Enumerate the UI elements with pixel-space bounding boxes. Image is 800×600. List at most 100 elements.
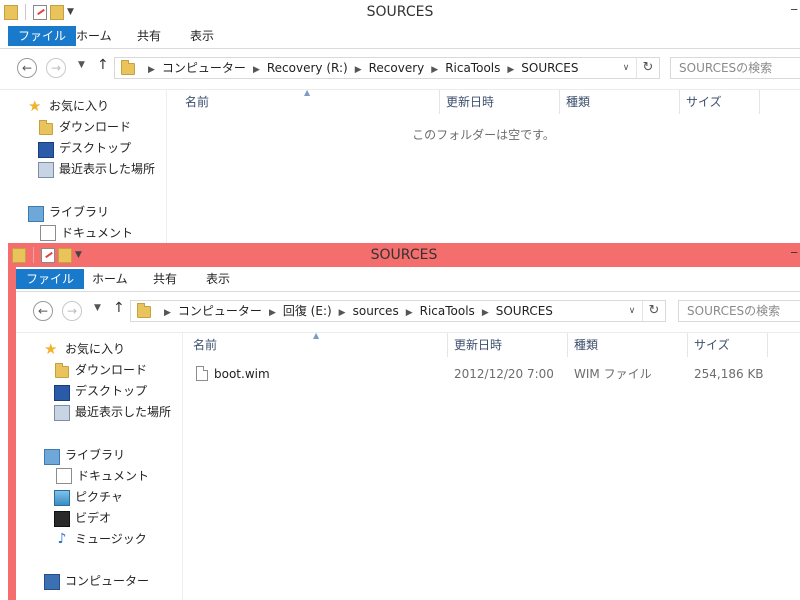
nav-favorites[interactable]: ★ お気に入り (44, 339, 125, 359)
column-header-modified[interactable]: 更新日時 (448, 333, 568, 357)
address-dropdown-icon[interactable]: ∨ (619, 58, 633, 78)
minimize-icon[interactable]: ‒ (790, 2, 798, 16)
table-row[interactable]: boot.wim 2012/12/20 7:00 WIM ファイル 254,18… (183, 363, 800, 385)
nav-label: お気に入り (65, 342, 126, 356)
up-button[interactable]: ↑ (97, 57, 109, 73)
tab-share[interactable]: 共有 (127, 26, 171, 46)
nav-downloads[interactable]: ダウンロード (54, 360, 147, 380)
nav-recent-places[interactable]: 最近表示した場所 (54, 402, 171, 422)
nav-label: お気に入り (49, 99, 110, 113)
tab-home[interactable]: ホーム (82, 269, 138, 289)
breadcrumb-item[interactable]: SOURCES (521, 61, 578, 75)
back-button[interactable]: ← (33, 301, 53, 321)
back-button[interactable]: ← (17, 58, 37, 78)
file-type-cell: WIM ファイル (574, 367, 652, 381)
star-icon: ★ (44, 340, 58, 358)
nav-pictures[interactable]: ピクチャ (54, 487, 123, 507)
breadcrumb-item[interactable]: コンピューター (162, 61, 246, 75)
library-icon (44, 448, 60, 465)
nav-label: ビデオ (75, 511, 112, 525)
breadcrumb-item[interactable]: コンピューター (178, 304, 262, 318)
title-bar[interactable]: ▼ SOURCES ‒ (8, 243, 800, 267)
nav-downloads[interactable]: ダウンロード (38, 117, 131, 137)
pictures-icon (54, 490, 70, 506)
column-header-type[interactable]: 種類 (568, 333, 688, 357)
recent-locations-icon[interactable]: ▼ (78, 60, 85, 70)
ribbon-tabs: ファイル ホーム 共有 表示 (16, 267, 800, 292)
chevron-right-icon[interactable]: ▶ (253, 65, 260, 75)
forward-button[interactable]: → (46, 58, 66, 78)
file-icon (196, 366, 208, 381)
nav-libraries[interactable]: ライブラリ (28, 202, 109, 222)
computer-icon (44, 574, 60, 590)
breadcrumb-item[interactable]: RicaTools (420, 304, 475, 318)
column-header-name[interactable]: 名前 (179, 90, 440, 114)
nav-label: ダウンロード (59, 120, 132, 134)
nav-music[interactable]: ♪ ミュージック (54, 529, 147, 549)
documents-icon (56, 468, 72, 484)
nav-documents[interactable]: ドキュメント (38, 223, 133, 243)
nav-desktop[interactable]: デスクトップ (54, 381, 147, 401)
file-list: ▲ 名前 更新日時 種類 サイズ このフォルダーは空です。 (167, 88, 800, 243)
video-icon (54, 510, 70, 527)
search-input[interactable]: SOURCESの検索 (678, 300, 800, 322)
nav-label: ダウンロード (75, 363, 148, 377)
tab-share[interactable]: 共有 (143, 269, 187, 289)
breadcrumb-item[interactable]: 回復 (E:) (283, 304, 332, 318)
nav-desktop[interactable]: デスクトップ (38, 138, 131, 158)
column-header-size[interactable]: サイズ (680, 90, 760, 114)
explorer-window-recovery-e: ▼ SOURCES ‒ ファイル ホーム 共有 表示 ← → ▼ ↑ ▶ コンピュ… (8, 243, 800, 600)
chevron-right-icon[interactable]: ▶ (431, 65, 438, 75)
nav-libraries[interactable]: ライブラリ (44, 445, 125, 465)
library-icon (28, 205, 44, 222)
minimize-icon[interactable]: ‒ (790, 245, 798, 259)
chevron-right-icon[interactable]: ▶ (482, 308, 489, 318)
tab-home[interactable]: ホーム (66, 26, 122, 46)
chevron-right-icon[interactable]: ▶ (355, 65, 362, 75)
nav-documents[interactable]: ドキュメント (54, 466, 149, 486)
forward-button[interactable]: → (62, 301, 82, 321)
breadcrumb: ▶ コンピューター ▶ 回復 (E:) ▶ sources ▶ RicaTools ▶ SOURC… (157, 301, 553, 321)
column-header-name[interactable]: 名前 (187, 333, 448, 357)
title-bar[interactable]: ▼ SOURCES ‒ (0, 0, 800, 24)
nav-favorites[interactable]: ★ お気に入り (28, 96, 109, 116)
breadcrumb-item[interactable]: Recovery (R:) (267, 61, 348, 75)
breadcrumb-item[interactable]: SOURCES (496, 304, 553, 318)
chevron-right-icon[interactable]: ▶ (269, 308, 276, 318)
nav-label: ミュージック (75, 532, 147, 546)
nav-label: ライブラリ (49, 205, 110, 219)
ribbon-tabs: ファイル ホーム 共有 表示 (0, 24, 800, 49)
nav-videos[interactable]: ビデオ (54, 508, 111, 528)
music-note-icon: ♪ (57, 531, 67, 547)
download-folder-icon (54, 362, 70, 378)
refresh-button[interactable]: ↻ (636, 58, 659, 78)
tab-view[interactable]: 表示 (180, 26, 224, 46)
chevron-right-icon: ▶ (164, 308, 171, 318)
tab-file[interactable]: ファイル (16, 269, 85, 289)
refresh-button[interactable]: ↻ (642, 301, 665, 321)
search-input[interactable]: SOURCESの検索 (670, 57, 800, 79)
breadcrumb-item[interactable]: Recovery (369, 61, 425, 75)
breadcrumb-item[interactable]: RicaTools (445, 61, 500, 75)
folder-icon (121, 60, 135, 75)
address-dropdown-icon[interactable]: ∨ (625, 301, 639, 321)
chevron-right-icon: ▶ (148, 65, 155, 75)
column-header-modified[interactable]: 更新日時 (440, 90, 560, 114)
chevron-right-icon[interactable]: ▶ (339, 308, 346, 318)
recent-places-icon (54, 404, 70, 421)
chevron-right-icon[interactable]: ▶ (406, 308, 413, 318)
column-header-size[interactable]: サイズ (688, 333, 768, 357)
tab-view[interactable]: 表示 (196, 269, 240, 289)
breadcrumb-item[interactable]: sources (353, 304, 399, 318)
nav-computer[interactable]: コンピューター (44, 571, 149, 591)
chevron-right-icon[interactable]: ▶ (507, 65, 514, 75)
address-bar[interactable]: ▶ コンピューター ▶ Recovery (R:) ▶ Recovery ▶ RicaTool… (114, 57, 660, 79)
column-header-type[interactable]: 種類 (560, 90, 680, 114)
folder-icon (137, 303, 151, 318)
up-button[interactable]: ↑ (113, 300, 125, 316)
recent-locations-icon[interactable]: ▼ (94, 303, 101, 313)
recent-places-icon (38, 161, 54, 178)
address-bar[interactable]: ▶ コンピューター ▶ 回復 (E:) ▶ sources ▶ RicaTools ▶ SOURC… (130, 300, 666, 322)
nav-label: コンピューター (65, 574, 150, 588)
nav-recent-places[interactable]: 最近表示した場所 (38, 159, 155, 179)
